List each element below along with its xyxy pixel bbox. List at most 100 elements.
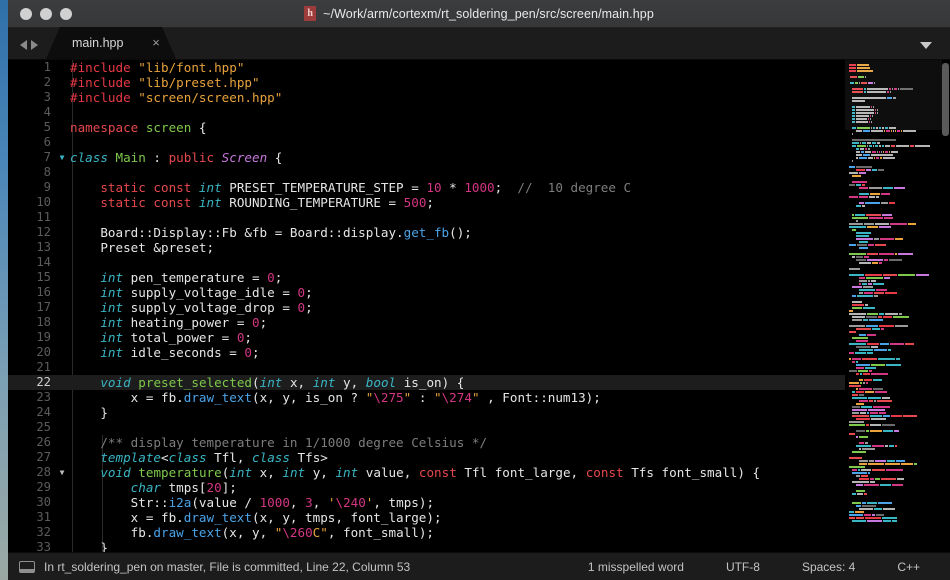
code-text: int pen_temperature = 0; xyxy=(100,270,283,285)
code-line[interactable]: 8 xyxy=(8,165,845,180)
code-lines: 1 #include "lib/font.hpp" 2 #include "lib/p… xyxy=(8,60,845,552)
editor-area: 1 #include "lib/font.hpp" 2 #include "lib/p… xyxy=(8,60,950,552)
line-number: 9 xyxy=(43,180,51,194)
status-left: In rt_soldering_pen on master, File is c… xyxy=(8,560,410,574)
code-line[interactable]: 7 ▼ class Main : public Screen { xyxy=(8,150,845,165)
line-number: 3 xyxy=(43,90,51,104)
chevron-down-icon xyxy=(920,42,932,49)
tab-bar: main.hpp × xyxy=(8,28,950,60)
code-line[interactable]: 5 namespace screen { xyxy=(8,120,845,135)
code-line[interactable]: 9 static const int PRESET_TEMPERATURE_ST… xyxy=(8,180,845,195)
line-number: 1 xyxy=(43,60,51,74)
code-line[interactable]: 3 #include "screen/screen.hpp" xyxy=(8,90,845,105)
line-number: 22 xyxy=(36,375,51,389)
encoding-status[interactable]: UTF-8 xyxy=(726,560,760,574)
tab-main-hpp[interactable]: main.hpp × xyxy=(46,27,176,59)
line-number: 32 xyxy=(36,525,51,539)
status-bar: In rt_soldering_pen on master, File is c… xyxy=(8,552,950,580)
minimap-line xyxy=(849,519,940,522)
code-line[interactable]: 24 } xyxy=(8,405,845,420)
fold-arrow-icon[interactable]: ▼ xyxy=(56,465,68,480)
code-text: #include "screen/screen.hpp" xyxy=(70,90,283,105)
line-number: 15 xyxy=(36,270,51,284)
title-bar: h ~/Work/arm/cortexm/rt_soldering_pen/sr… xyxy=(8,0,950,28)
scrollbar-thumb[interactable] xyxy=(942,63,949,136)
tab-dropdown-button[interactable] xyxy=(920,42,950,59)
code-line[interactable]: 17 int supply_voltage_drop = 0; xyxy=(8,300,845,315)
code-line[interactable]: 2 #include "lib/preset.hpp" xyxy=(8,75,845,90)
code-line[interactable]: 6 xyxy=(8,135,845,150)
code-line[interactable]: 18 int heating_power = 0; xyxy=(8,315,845,330)
line-number: 21 xyxy=(36,360,51,374)
code-line[interactable]: 11 xyxy=(8,210,845,225)
line-number: 2 xyxy=(43,75,51,89)
tab-close-icon[interactable]: × xyxy=(150,37,162,49)
minimap[interactable] xyxy=(845,60,950,552)
code-line[interactable]: 31 x = fb.draw_text(x, y, tmps, font_lar… xyxy=(8,510,845,525)
code-text: fb.draw_text(x, y, "\260C", font_small); xyxy=(70,525,434,540)
code-line[interactable]: 10 static const int ROUNDING_TEMPERATURE… xyxy=(8,195,845,210)
minimap-content xyxy=(849,63,940,522)
code-line[interactable]: 25 xyxy=(8,420,845,435)
minimap-viewport[interactable] xyxy=(845,60,942,130)
spell-check-status[interactable]: 1 misspelled word xyxy=(588,560,684,574)
line-number: 16 xyxy=(36,285,51,299)
code-line[interactable]: 14 xyxy=(8,255,845,270)
code-line[interactable]: 16 int supply_voltage_idle = 0; xyxy=(8,285,845,300)
code-line[interactable]: 23 x = fb.draw_text(x, y, is_on ? "\275"… xyxy=(8,390,845,405)
close-button[interactable] xyxy=(20,7,32,20)
code-text: char tmps[20]; xyxy=(130,480,237,495)
fold-arrow-icon[interactable]: ▼ xyxy=(56,150,68,165)
minimize-button[interactable] xyxy=(40,7,52,20)
line-number: 29 xyxy=(36,480,51,494)
line-number: 25 xyxy=(36,420,51,434)
code-text: void preset_selected(int x, int y, bool … xyxy=(100,375,465,390)
hpp-file-icon: h xyxy=(304,6,317,21)
code-line[interactable]: 12 Board::Display::Fb &fb = Board::displ… xyxy=(8,225,845,240)
code-line[interactable]: 33 } xyxy=(8,540,845,552)
code-line[interactable]: 28 ▼ void temperature(int x, int y, int v… xyxy=(8,465,845,480)
code-line[interactable]: 15 int pen_temperature = 0; xyxy=(8,270,845,285)
code-line[interactable]: 26 /** display temperature in 1/1000 deg… xyxy=(8,435,845,450)
code-line[interactable]: 19 int total_power = 0; xyxy=(8,330,845,345)
code-text: /** display temperature in 1/1000 degree… xyxy=(100,435,488,450)
line-number: 11 xyxy=(36,210,51,224)
code-text: } xyxy=(70,540,108,552)
line-number: 13 xyxy=(36,240,51,254)
line-number: 20 xyxy=(36,345,51,359)
code-line[interactable]: 22 void preset_selected(int x, int y, bo… xyxy=(8,375,845,390)
line-number: 18 xyxy=(36,315,51,329)
nav-back-icon[interactable] xyxy=(20,40,27,50)
code-line[interactable]: 13 Preset &preset; xyxy=(8,240,845,255)
code-line[interactable]: 30 Str::i2a(value / 1000, 3, '\240', tmp… xyxy=(8,495,845,510)
code-text: int heating_power = 0; xyxy=(100,315,268,330)
grammar-status[interactable]: C++ xyxy=(897,560,920,574)
panel-toggle-icon[interactable] xyxy=(19,560,35,573)
code-text: #include "lib/preset.hpp" xyxy=(70,75,260,90)
editor-window: h ~/Work/arm/cortexm/rt_soldering_pen/sr… xyxy=(8,0,950,580)
code-text: int supply_voltage_idle = 0; xyxy=(100,285,313,300)
code-text: Preset &preset; xyxy=(70,240,215,255)
code-text: void temperature(int x, int y, int value… xyxy=(100,465,761,480)
code-text: int total_power = 0; xyxy=(100,330,253,345)
line-number: 19 xyxy=(36,330,51,344)
code-text: Str::i2a(value / 1000, 3, '\240', tmps); xyxy=(70,495,435,510)
line-number: 30 xyxy=(36,495,51,509)
nav-forward-icon[interactable] xyxy=(31,40,38,50)
code-line[interactable]: 29 char tmps[20]; xyxy=(8,480,845,495)
code-line[interactable]: 21 xyxy=(8,360,845,375)
code-line[interactable]: 32 fb.draw_text(x, y, "\260C", font_smal… xyxy=(8,525,845,540)
line-number: 23 xyxy=(36,390,51,404)
indentation-status[interactable]: Spaces: 4 xyxy=(802,560,855,574)
code-line[interactable]: 1 #include "lib/font.hpp" xyxy=(8,60,845,75)
line-number: 4 xyxy=(43,105,51,119)
code-text: } xyxy=(70,405,108,420)
zoom-button[interactable] xyxy=(60,7,72,20)
code-pane[interactable]: 1 #include "lib/font.hpp" 2 #include "lib/p… xyxy=(8,60,845,552)
code-text: namespace screen { xyxy=(70,120,207,135)
code-line[interactable]: 4 xyxy=(8,105,845,120)
code-text: template<class Tfl, class Tfs> xyxy=(100,450,328,465)
git-status: In rt_soldering_pen on master, File is c… xyxy=(44,559,411,574)
code-line[interactable]: 27 template<class Tfl, class Tfs> xyxy=(8,450,845,465)
code-line[interactable]: 20 int idle_seconds = 0; xyxy=(8,345,845,360)
